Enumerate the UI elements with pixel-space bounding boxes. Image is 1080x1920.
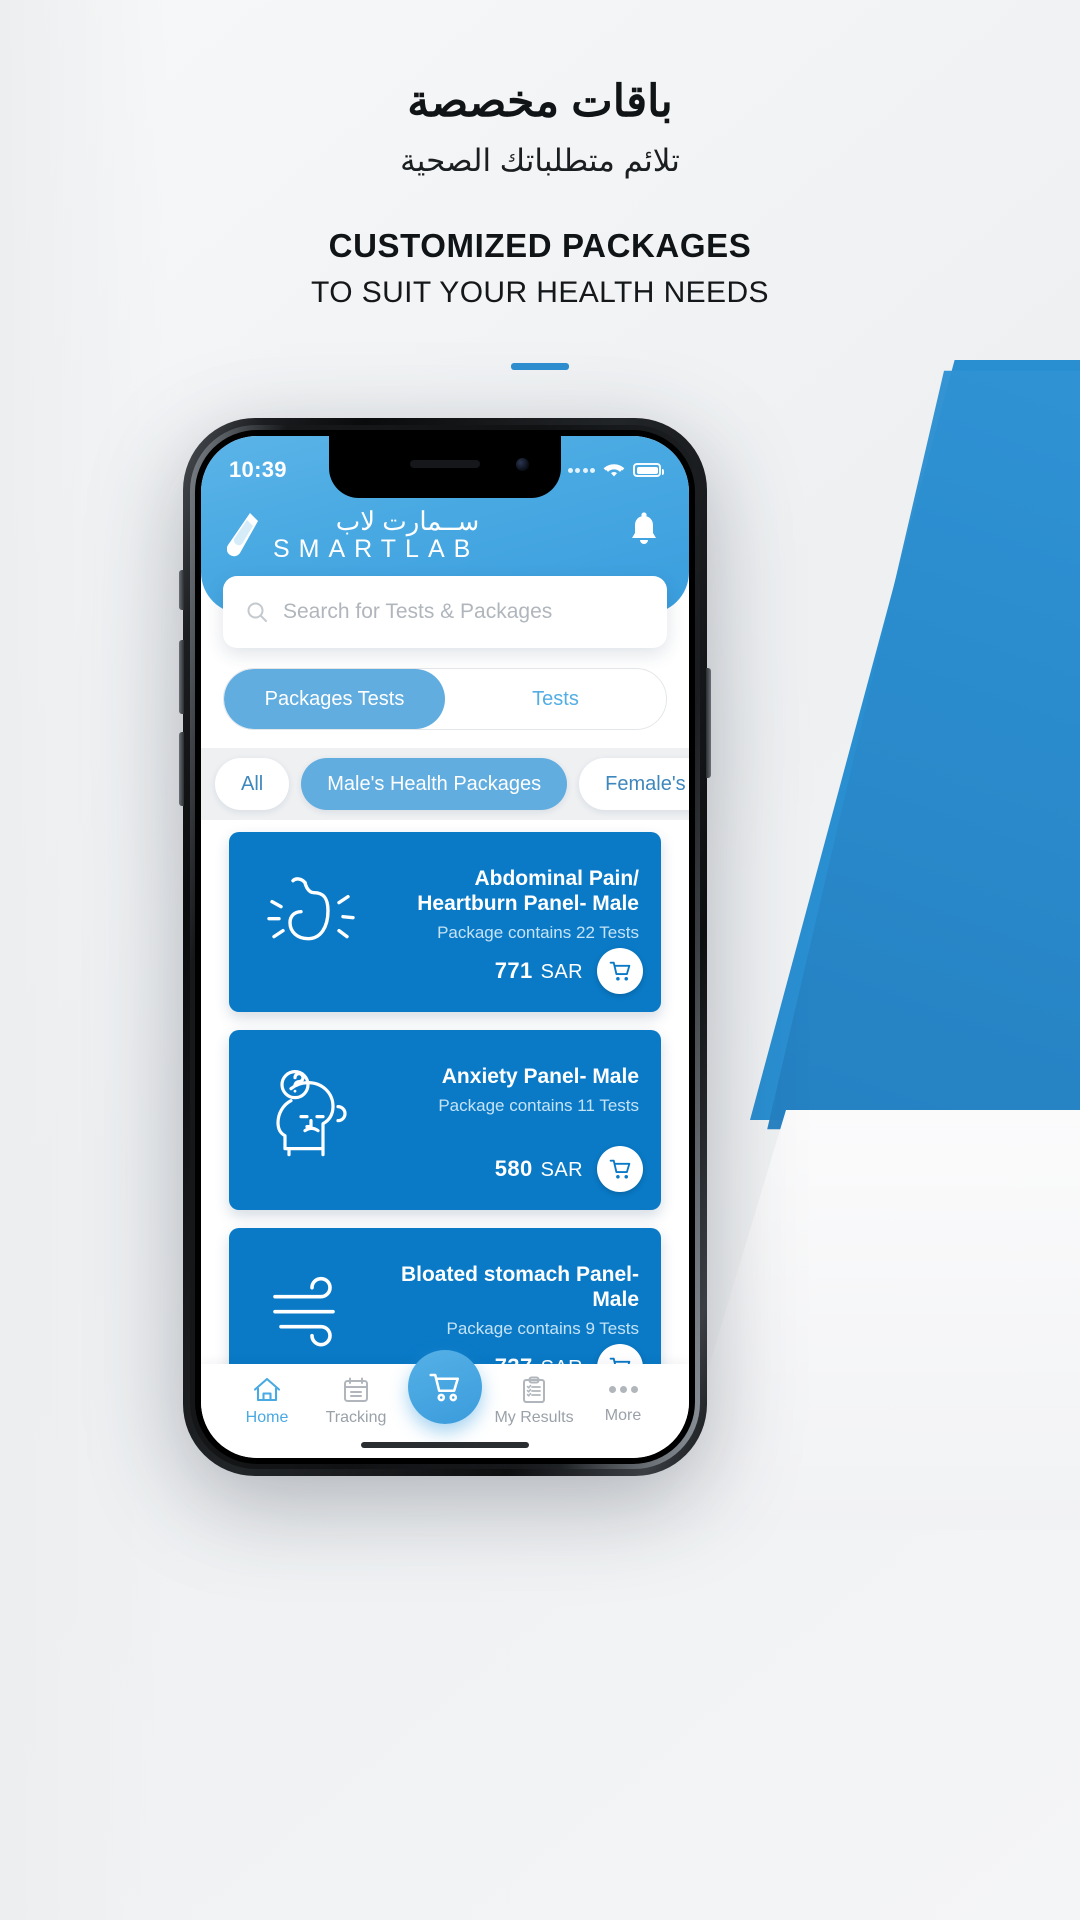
package-list[interactable]: Abdominal Pain/ Heartburn Panel- Male Pa… <box>201 820 689 1366</box>
segmented-tabs: Packages Tests Tests <box>223 668 667 730</box>
status-time: 10:39 <box>229 457 287 482</box>
volume-up-button[interactable] <box>179 640 184 714</box>
nav-label: Home <box>245 1409 289 1426</box>
bell-icon <box>632 512 656 544</box>
chip-all[interactable]: All <box>215 758 290 810</box>
package-card[interactable]: Bloated stomach Panel- Male Package cont… <box>229 1228 661 1366</box>
arabic-subtitle: تلائم متطلباتك الصحية <box>400 143 680 178</box>
cart-icon <box>609 1159 630 1179</box>
cart-icon <box>609 961 630 981</box>
status-bar: 10:39 <box>201 436 689 498</box>
home-icon <box>253 1377 281 1402</box>
brand-arabic: ســمارت لاب <box>335 506 480 536</box>
add-to-cart-button[interactable] <box>597 948 643 994</box>
cart-fab-button[interactable] <box>408 1350 482 1424</box>
more-dots-icon <box>608 1376 638 1402</box>
clipboard-icon <box>523 1376 545 1403</box>
notification-bell-button[interactable] <box>627 512 661 552</box>
brand-english: SMARTLAB <box>273 535 480 564</box>
nav-item-tracking[interactable]: Tracking <box>312 1376 400 1427</box>
status-indicators <box>567 456 664 479</box>
package-title: Anxiety Panel- Male <box>441 1065 639 1088</box>
brand-logo: ســمارت لاب SMARTLAB <box>227 506 480 564</box>
head-anxiety-icon <box>276 1070 347 1157</box>
filter-chips: All Male's Health Packages Female's Heal… <box>201 748 689 820</box>
arabic-title: باقات مخصصة <box>407 77 673 126</box>
package-price: 580 SAR <box>495 1156 583 1182</box>
package-price-row: 580 SAR <box>495 1146 643 1192</box>
package-title: Bloated stomach Panel- Male <box>400 1263 639 1312</box>
add-to-cart-button[interactable] <box>597 1344 643 1366</box>
search-bar[interactable] <box>223 576 667 648</box>
mute-switch[interactable] <box>179 570 184 610</box>
package-price: 771 SAR <box>495 958 583 984</box>
search-icon <box>247 602 267 622</box>
nav-item-home[interactable]: Home <box>223 1376 311 1427</box>
battery-icon <box>633 463 664 477</box>
power-button[interactable] <box>706 668 711 778</box>
calendar-icon <box>344 1377 368 1402</box>
package-subtitle: Package contains 22 Tests <box>437 923 639 943</box>
filter-chip-strip[interactable]: All Male's Health Packages Female's Heal… <box>201 748 689 820</box>
package-text: Anxiety Panel- Male Package contains 11 … <box>438 1064 639 1116</box>
poster-headline: باقات مخصصة تلائم متطلباتك الصحية CUSTOM… <box>0 74 1080 371</box>
nav-label: More <box>604 1407 642 1424</box>
chip-females-health-packages[interactable]: Female's Health Packages <box>579 758 689 810</box>
tab-packages-tests[interactable]: Packages Tests <box>224 669 445 729</box>
test-tube-icon <box>227 513 258 557</box>
signal-icon <box>567 467 595 473</box>
package-subtitle: Package contains 11 Tests <box>438 1096 639 1116</box>
nav-item-my-results[interactable]: My Results <box>490 1376 578 1427</box>
chip-males-health-packages[interactable]: Male's Health Packages <box>301 758 568 810</box>
package-card[interactable]: Anxiety Panel- Male Package contains 11 … <box>229 1030 661 1210</box>
nav-item-more[interactable]: More <box>579 1376 667 1425</box>
package-price-row: 737SAR <box>495 1344 643 1366</box>
package-price-row: 771 SAR <box>495 948 643 994</box>
price-value: 580 <box>494 1156 533 1181</box>
price-currency: SAR <box>540 1159 583 1181</box>
package-subtitle: Package contains 9 Tests <box>446 1319 639 1339</box>
package-title: Abdominal Pain/ Heartburn Panel- Male <box>417 867 639 916</box>
phone-mockup: ســمارت لاب SMARTLAB 10:39 Search for Te… <box>179 418 711 1476</box>
stomach-icon <box>267 877 355 941</box>
brand-text: ســمارت لاب SMARTLAB <box>273 506 480 564</box>
home-indicator <box>361 1442 529 1448</box>
nav-label: My Results <box>494 1409 574 1426</box>
search-input[interactable] <box>283 600 645 624</box>
accent-divider <box>511 363 569 371</box>
phone-frame: ســمارت لاب SMARTLAB 10:39 Search for Te… <box>179 418 711 1476</box>
volume-down-button[interactable] <box>179 732 184 806</box>
nav-label: Tracking <box>325 1409 387 1426</box>
english-title: CUSTOMIZED PACKAGES <box>328 227 752 265</box>
package-card[interactable]: Abdominal Pain/ Heartburn Panel- Male Pa… <box>229 832 661 1012</box>
phone-screen: ســمارت لاب SMARTLAB 10:39 Search for Te… <box>201 436 689 1458</box>
package-text: Abdominal Pain/ Heartburn Panel- Male Pa… <box>379 866 639 943</box>
price-currency: SAR <box>540 961 583 983</box>
add-to-cart-button[interactable] <box>597 1146 643 1192</box>
price-value: 771 <box>494 958 533 983</box>
english-subtitle: TO SUIT YOUR HEALTH NEEDS <box>311 276 769 310</box>
package-text: Bloated stomach Panel- Male Package cont… <box>379 1262 639 1339</box>
wifi-icon <box>603 463 625 476</box>
tab-tests[interactable]: Tests <box>445 669 666 729</box>
nav-item-cart[interactable] <box>401 1350 489 1424</box>
cart-icon <box>429 1373 460 1402</box>
wind-bloat-icon <box>273 1276 335 1347</box>
